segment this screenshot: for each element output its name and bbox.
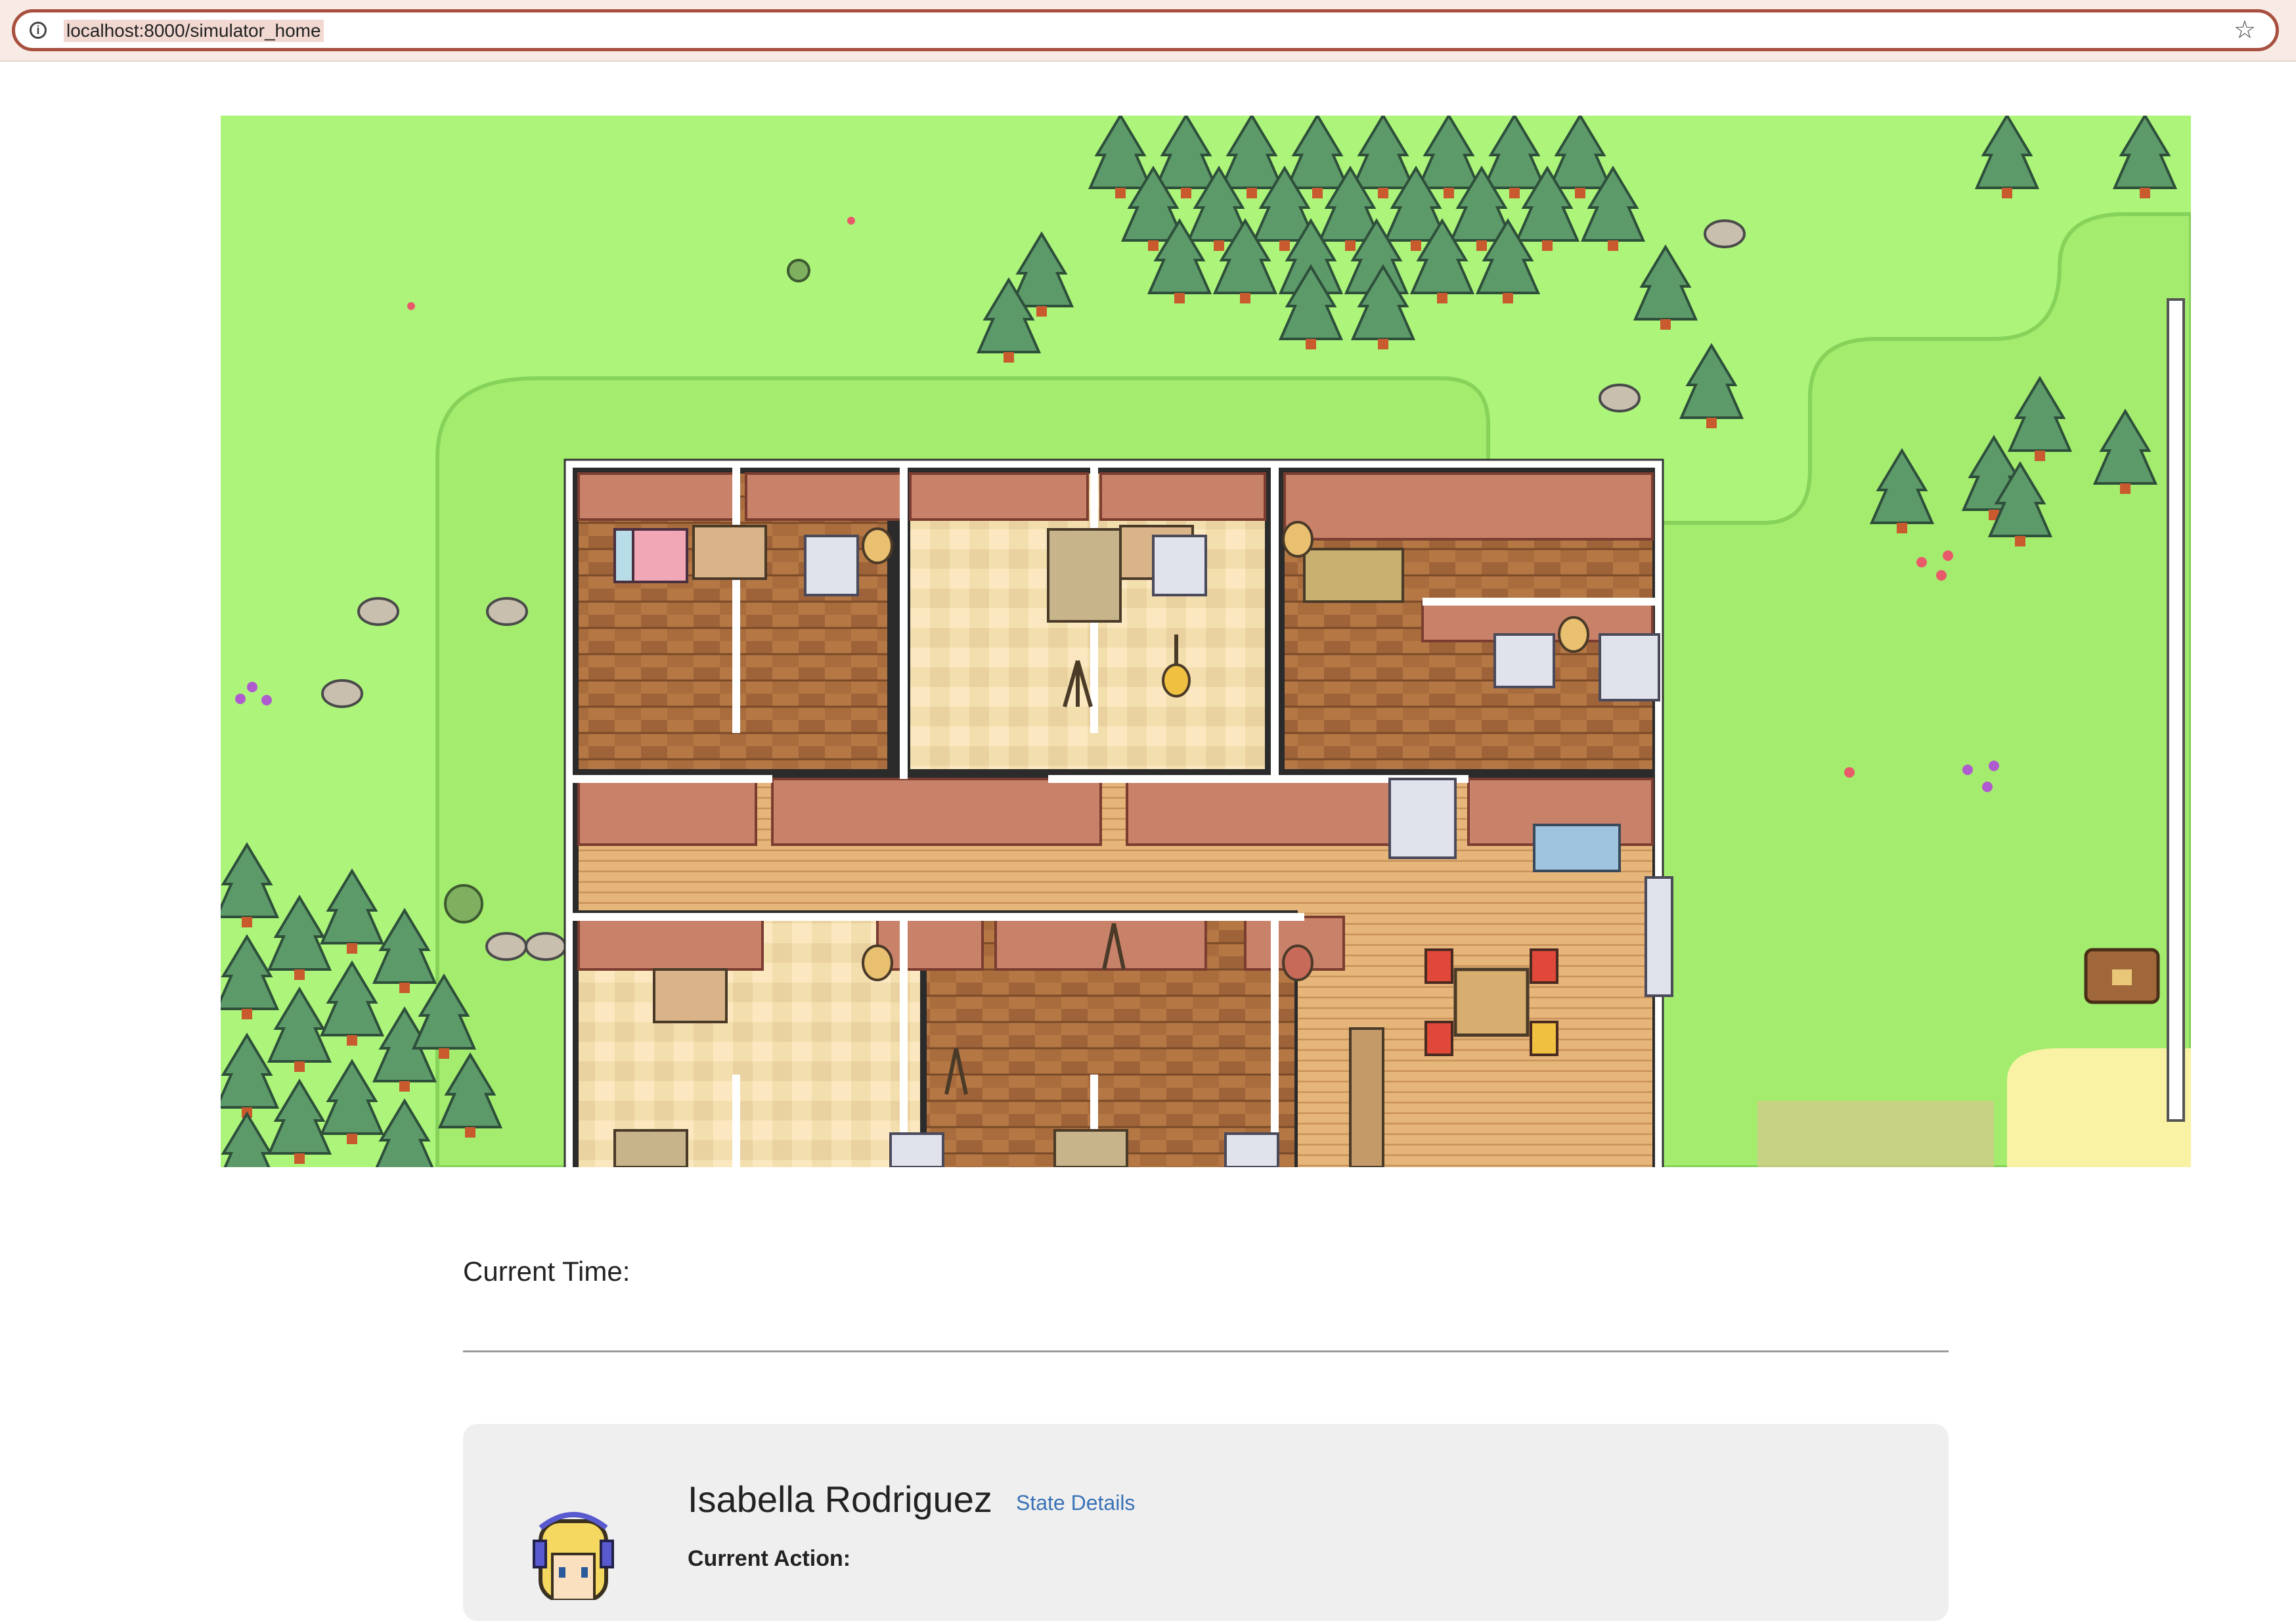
star-icon[interactable]: ☆ (2234, 16, 2256, 44)
persona-card: Isabella Rodriguez State Details Current… (463, 1424, 1949, 1621)
divider (463, 1350, 1949, 1352)
state-details-link[interactable]: State Details (1016, 1491, 1135, 1515)
persona-name: Isabella Rodriguez (688, 1478, 992, 1520)
game-map[interactable] (221, 116, 2191, 1167)
info-icon[interactable]: i (30, 22, 47, 39)
address-bar[interactable]: i localhost:8000/simulator_home ☆ (12, 9, 2279, 51)
browser-toolbar: i localhost:8000/simulator_home ☆ (0, 0, 2296, 62)
current-time-label: Current Time: (463, 1256, 630, 1287)
url-text[interactable]: localhost:8000/simulator_home (64, 20, 324, 42)
persona-avatar (533, 1512, 614, 1600)
current-action-label: Current Action: (688, 1546, 851, 1571)
current-time-text: Current Time: (463, 1256, 630, 1287)
